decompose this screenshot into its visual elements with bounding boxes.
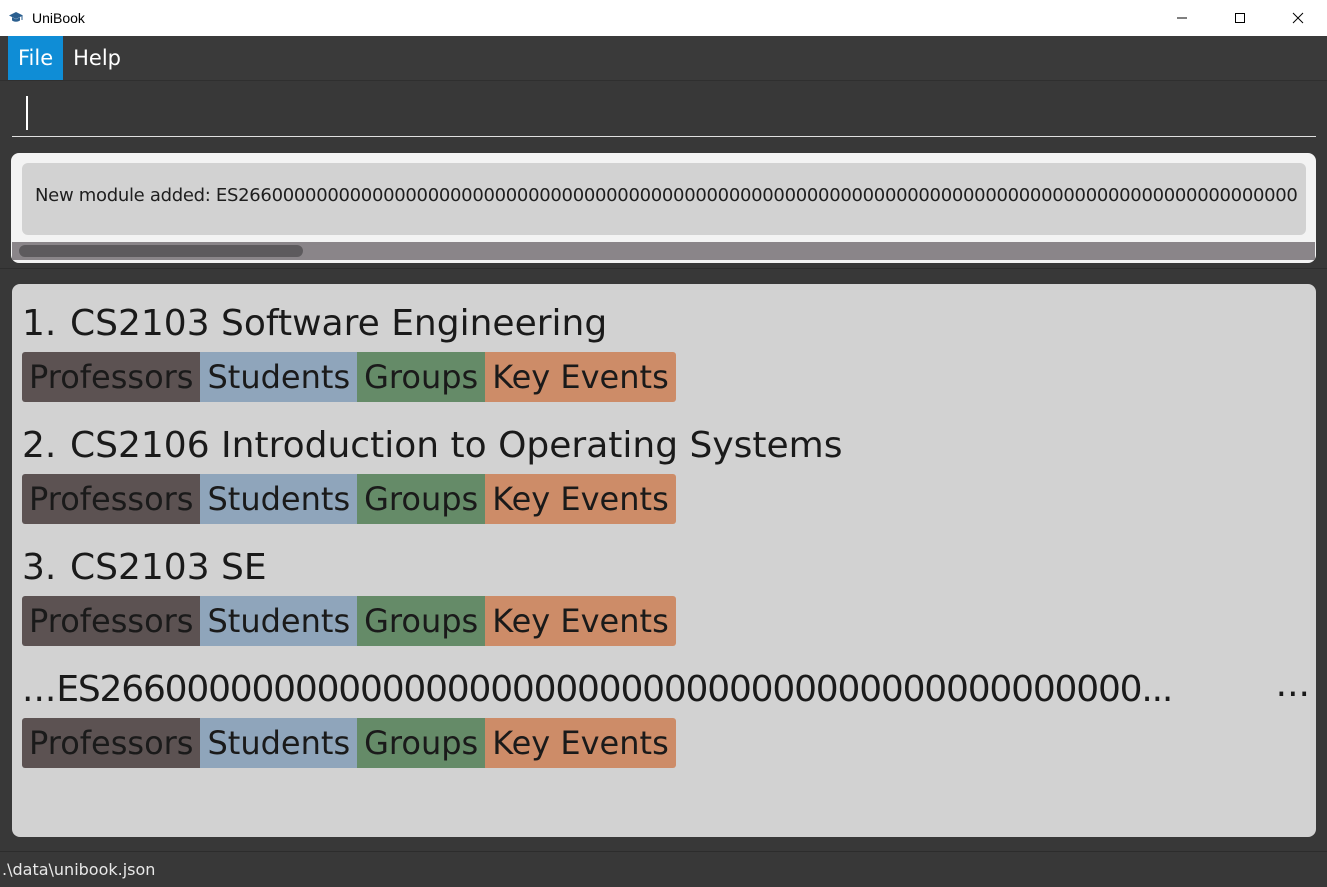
module-title: 3. CS2103 SE — [22, 542, 1312, 592]
module-index: ... — [22, 668, 57, 710]
title-bar: UniBook — [0, 0, 1327, 36]
tag-students[interactable]: Students — [200, 596, 358, 646]
module-index: 1. — [22, 302, 57, 344]
module-title: 1. CS2103 Software Engineering — [22, 298, 1312, 348]
command-input[interactable] — [12, 93, 1316, 137]
tag-key-events[interactable]: Key Events — [485, 596, 676, 646]
minimize-icon — [1177, 17, 1187, 19]
module-name: CS2103 SE — [70, 546, 267, 588]
save-file-path: .\data\unibook.json — [2, 860, 156, 879]
tag-groups[interactable]: Groups — [357, 718, 486, 768]
close-button[interactable] — [1269, 0, 1327, 36]
close-icon — [1292, 12, 1304, 24]
module-card[interactable]: 3. CS2103 SE Professors Students Groups … — [22, 542, 1312, 646]
text-caret — [26, 96, 28, 130]
module-title: 2. CS2106 Introduction to Operating Syst… — [22, 420, 1312, 470]
module-index: 3. — [22, 546, 57, 588]
module-name: ES26600000000000000000000000000000000000… — [56, 668, 1173, 710]
module-index: 2. — [22, 424, 57, 466]
status-bar: .\data\unibook.json — [0, 851, 1327, 887]
graduation-cap-icon — [8, 10, 24, 26]
tag-professors[interactable]: Professors — [22, 718, 201, 768]
menu-file[interactable]: File — [8, 36, 64, 80]
module-trailing-ellipsis: ... — [1275, 664, 1310, 705]
result-display: New module added: ES26600000000000000000… — [11, 153, 1316, 263]
module-card[interactable]: ... ES2660000000000000000000000000000000… — [22, 664, 1312, 768]
module-list: 1. CS2103 Software Engineering Professor… — [12, 284, 1316, 837]
tag-students[interactable]: Students — [200, 718, 358, 768]
module-name: CS2103 Software Engineering — [70, 302, 608, 344]
result-message: New module added: ES26600000000000000000… — [35, 185, 1298, 206]
minimize-button[interactable] — [1153, 0, 1211, 36]
menu-help[interactable]: Help — [63, 36, 131, 80]
command-box-area — [0, 80, 1327, 142]
tag-groups[interactable]: Groups — [357, 352, 486, 402]
tag-professors[interactable]: Professors — [22, 596, 201, 646]
tag-groups[interactable]: Groups — [357, 596, 486, 646]
module-tags: Professors Students Groups Key Events — [22, 718, 1312, 768]
maximize-icon — [1235, 13, 1245, 23]
result-text-area[interactable]: New module added: ES26600000000000000000… — [22, 163, 1306, 235]
tag-key-events[interactable]: Key Events — [485, 474, 676, 524]
module-tags: Professors Students Groups Key Events — [22, 596, 1312, 646]
maximize-button[interactable] — [1211, 0, 1269, 36]
scrollbar-thumb[interactable] — [19, 245, 303, 257]
module-card[interactable]: 1. CS2103 Software Engineering Professor… — [22, 298, 1312, 402]
menu-bar: File Help — [0, 36, 1327, 80]
divider — [0, 268, 1327, 269]
module-name: CS2106 Introduction to Operating Systems — [70, 424, 843, 466]
module-tags: Professors Students Groups Key Events — [22, 474, 1312, 524]
module-tags: Professors Students Groups Key Events — [22, 352, 1312, 402]
module-title: ... ES2660000000000000000000000000000000… — [22, 664, 1312, 714]
module-card[interactable]: 2. CS2106 Introduction to Operating Syst… — [22, 420, 1312, 524]
tag-professors[interactable]: Professors — [22, 474, 201, 524]
horizontal-scrollbar[interactable] — [12, 242, 1315, 260]
tag-professors[interactable]: Professors — [22, 352, 201, 402]
tag-students[interactable]: Students — [200, 474, 358, 524]
window-title: UniBook — [32, 10, 85, 26]
tag-groups[interactable]: Groups — [357, 474, 486, 524]
tag-key-events[interactable]: Key Events — [485, 718, 676, 768]
tag-key-events[interactable]: Key Events — [485, 352, 676, 402]
tag-students[interactable]: Students — [200, 352, 358, 402]
